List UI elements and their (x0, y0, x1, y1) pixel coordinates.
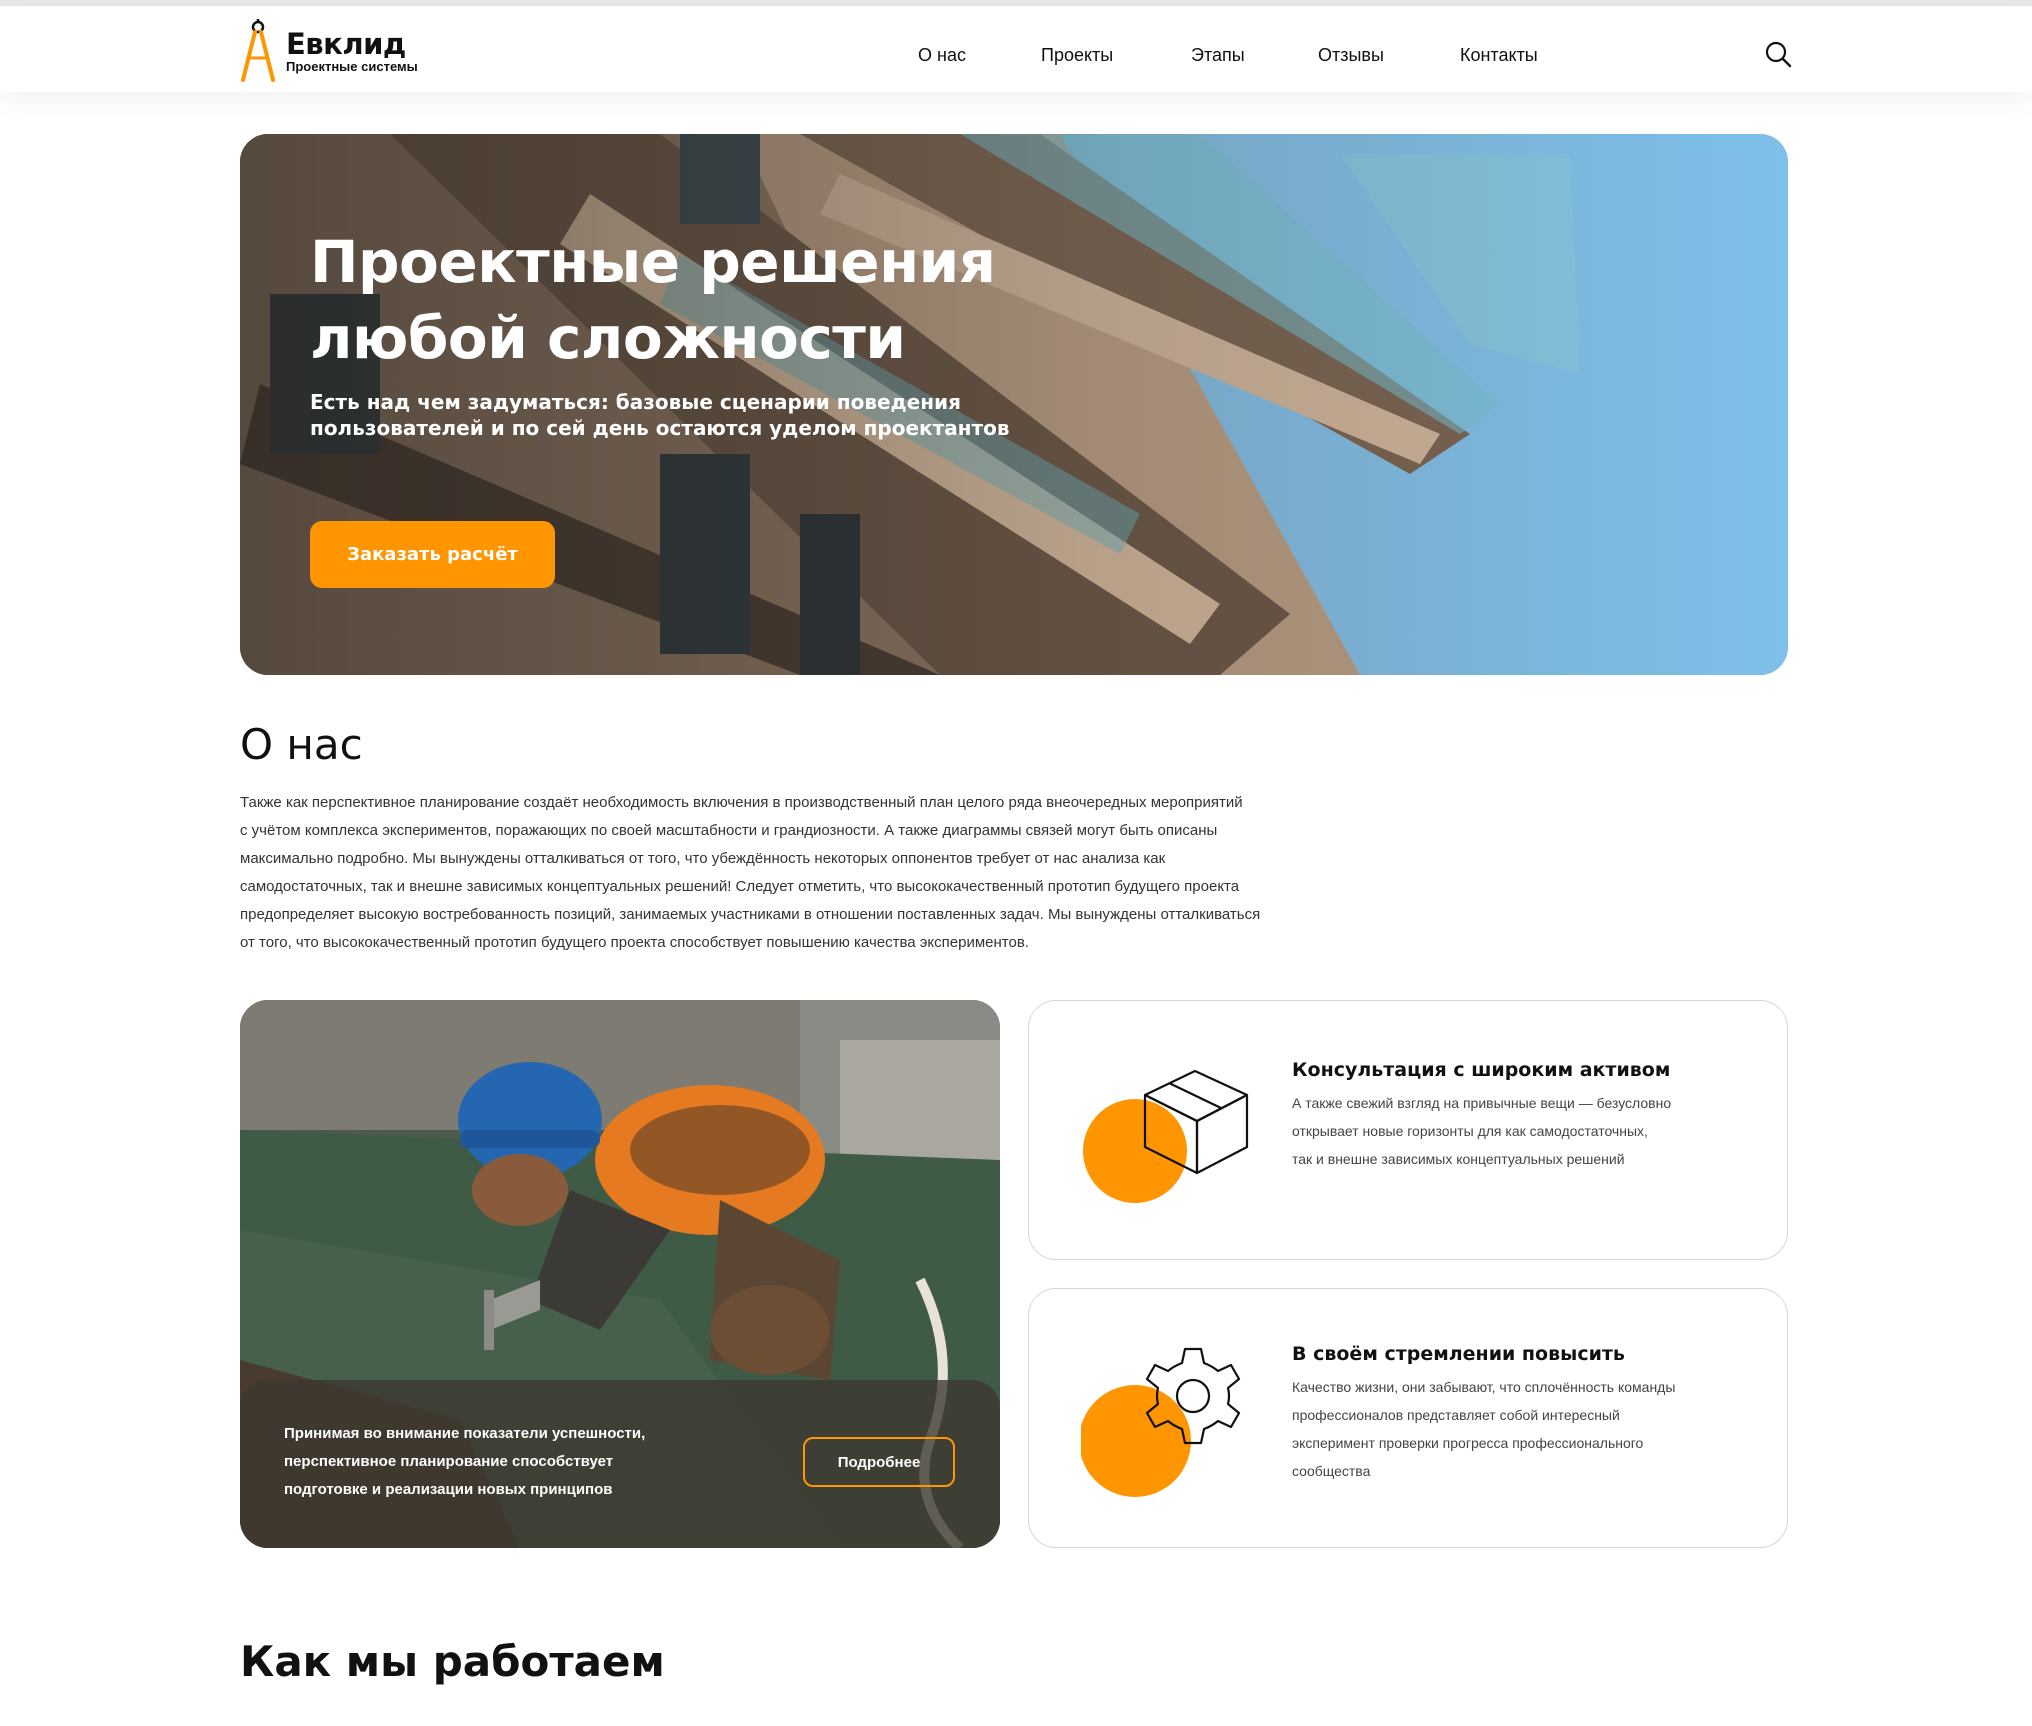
feature-title: В своём стремлении повысить (1292, 1343, 1625, 1365)
order-calculation-button[interactable]: Заказать расчёт (310, 521, 555, 588)
feature-text-line: сообщества (1292, 1463, 1371, 1479)
feature-text-line: так и внешне зависимых концептуальных ре… (1292, 1151, 1625, 1167)
nav-item-about[interactable]: О нас (918, 42, 966, 68)
worker-photo-card: Принимая во внимание показатели успешнос… (240, 1000, 1000, 1548)
feature-card-improve: В своём стремлении повысить Качество жиз… (1028, 1288, 1788, 1548)
main-nav: О нас Проекты Этапы Отзывы Контакты (0, 12, 2032, 98)
nav-item-reviews[interactable]: Отзывы (1318, 42, 1384, 68)
feature-title: Консультация с широким активом (1292, 1059, 1671, 1081)
about-line: от того, что высококачественный прототип… (240, 934, 1029, 951)
feature-text-line: открывает новые горизонты для как самодо… (1292, 1123, 1648, 1139)
nav-item-projects[interactable]: Проекты (1041, 42, 1113, 68)
feature-text-line: профессионалов представляет собой интере… (1292, 1407, 1620, 1423)
about-line: Также как перспективное планирование соз… (240, 794, 1243, 811)
feature-card-consultation: Консультация с широким активом А также с… (1028, 1000, 1788, 1260)
photo-caption-line-2: перспективное планирование способствует (284, 1453, 614, 1470)
hero-subtitle: Есть над чем задуматься: базовые сценари… (310, 389, 1070, 441)
how-we-work-title: Как мы работаем (240, 1637, 665, 1686)
about-title: О нас (240, 720, 363, 769)
about-line: предопределяет высокую востребованность … (240, 906, 1261, 923)
about-line: самодостаточных, так и внешне зависимых … (240, 878, 1240, 895)
site-header: Евклид Проектные системы О нас Проекты Э… (0, 6, 2032, 92)
hero-title-line-2: любой сложности (310, 304, 906, 372)
box-icon (1083, 1069, 1249, 1203)
feature-text: А также свежий взгляд на привычные вещи … (1292, 1089, 1732, 1173)
more-button[interactable]: Подробнее (803, 1437, 955, 1487)
about-text: Также как перспективное планирование соз… (240, 789, 1325, 957)
hero-title: Проектные решения любой сложности (310, 224, 1210, 376)
feature-text: Качество жизни, они забывают, что сплочё… (1292, 1373, 1732, 1485)
photo-caption-line-1: Принимая во внимание показатели успешнос… (284, 1425, 646, 1442)
feature-text-line: Качество жизни, они забывают, что сплочё… (1292, 1379, 1676, 1395)
search-icon[interactable] (1764, 40, 1792, 68)
nav-item-contacts[interactable]: Контакты (1460, 42, 1538, 68)
page: Евклид Проектные системы О нас Проекты Э… (0, 0, 2032, 1726)
nav-item-stages[interactable]: Этапы (1191, 42, 1245, 68)
feature-text-line: А также свежий взгляд на привычные вещи … (1292, 1095, 1672, 1111)
hero-title-line-1: Проектные решения (310, 228, 996, 296)
hero-subtitle-line-2: пользователей и по сей день остаются уде… (310, 416, 1010, 440)
photo-caption-line-3: подготовке и реализации новых принципов (284, 1481, 613, 1498)
hero-subtitle-line-1: Есть над чем задуматься: базовые сценари… (310, 390, 961, 414)
feature-text-line: эксперимент проверки прогресса профессио… (1292, 1435, 1644, 1451)
photo-caption: Принимая во внимание показатели успешнос… (284, 1420, 704, 1504)
hero-banner: Проектные решения любой сложности Есть н… (240, 134, 1788, 675)
about-line: с учётом комплекса экспериментов, поража… (240, 822, 1218, 839)
about-line: максимально подробно. Мы вынуждены оттал… (240, 850, 1166, 867)
gear-icon (1081, 1347, 1241, 1497)
